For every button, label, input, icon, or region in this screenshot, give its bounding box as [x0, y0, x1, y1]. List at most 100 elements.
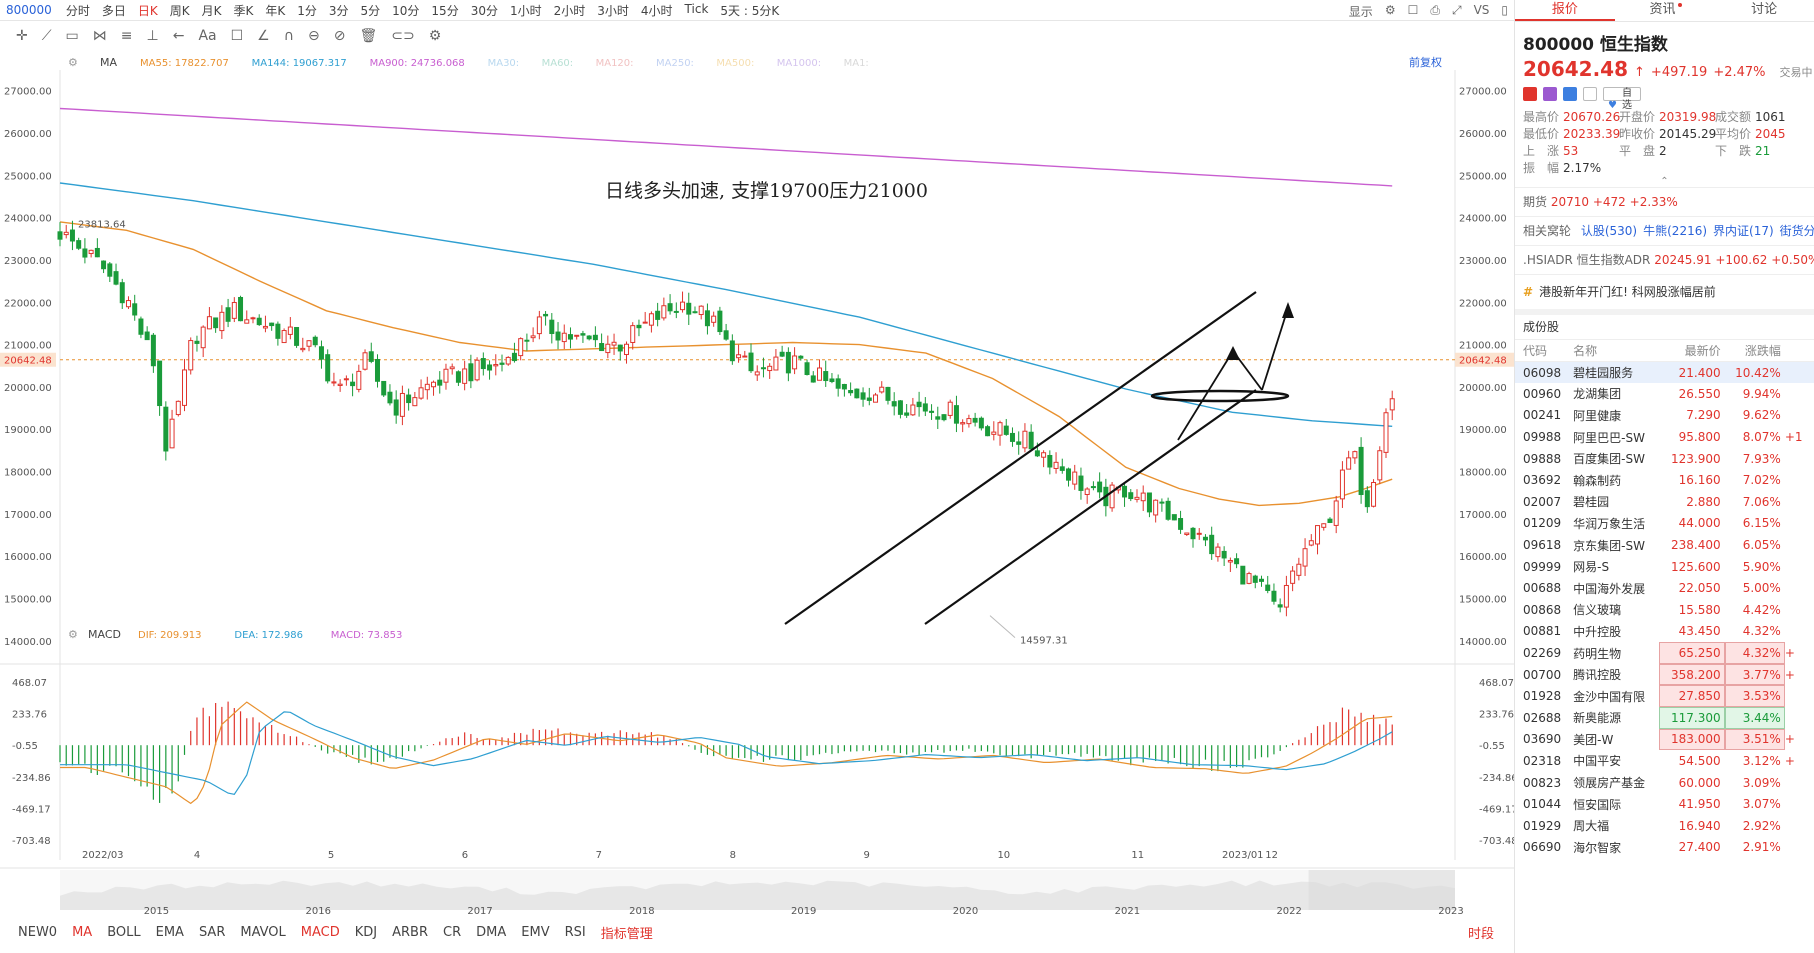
period-tab[interactable]: 多日 — [96, 2, 132, 19]
period-tab[interactable]: 日K — [132, 2, 164, 19]
table-row[interactable]: 00823 领展房产基金 60.000 3.09% — [1515, 772, 1814, 794]
table-row[interactable]: 00868 信义玻璃 15.580 4.42% — [1515, 599, 1814, 621]
arrow-icon[interactable]: ← — [173, 28, 185, 44]
chart-area[interactable]: 27000.00 27000.00 26000.00 26000.00 25000.00… — [0, 50, 1514, 918]
period-tab[interactable]: 月K — [196, 2, 228, 19]
tab-discuss[interactable]: 讨论 — [1714, 0, 1814, 21]
badge-purple-icon[interactable] — [1543, 87, 1557, 101]
table-row[interactable]: 01209 华润万象生活 44.000 6.15% — [1515, 513, 1814, 535]
table-row[interactable]: 09988 阿里巴巴-SW 95.800 8.07% +1 — [1515, 426, 1814, 448]
period-tab[interactable]: 2小时 — [548, 2, 592, 19]
period-tab[interactable]: 15分 — [425, 2, 464, 19]
news-item[interactable]: # 港股新年开门红! 科网股涨幅居前 — [1515, 274, 1814, 309]
indicator-tab[interactable]: NEW0 — [18, 925, 57, 940]
period-tab[interactable]: 年K — [259, 2, 291, 19]
table-row[interactable]: 09618 京东集团-SW 238.400 6.05% — [1515, 534, 1814, 556]
indicator-tab[interactable]: BOLL — [107, 925, 140, 940]
col-pct[interactable]: 涨跌幅 — [1724, 339, 1785, 362]
col-code[interactable]: 代码 — [1515, 339, 1574, 362]
watchlist-button[interactable]: ♥自选 — [1603, 87, 1641, 111]
gear-icon[interactable]: ⚙ — [429, 28, 442, 44]
fib-icon[interactable]: ≡ — [121, 28, 133, 44]
table-row[interactable]: 09888 百度集团-SW 123.900 7.93% — [1515, 448, 1814, 470]
badge-blue-icon[interactable] — [1563, 87, 1577, 101]
trendline-icon[interactable]: ⟋ — [42, 28, 52, 44]
indicator-tab[interactable]: DMA — [476, 925, 506, 940]
table-row[interactable]: 00960 龙湖集团 26.550 9.94% — [1515, 383, 1814, 405]
period-tab[interactable]: 4小时 — [635, 2, 679, 19]
table-row[interactable]: 03690 美团-W 183.000 3.51% + — [1515, 728, 1814, 751]
measure-icon[interactable]: ⊥ — [147, 28, 159, 44]
text-icon[interactable]: Aa — [198, 28, 216, 44]
indicator-tab[interactable]: EMA — [156, 925, 184, 940]
indicator-tab[interactable]: MACD — [301, 925, 340, 940]
warrant-link[interactable]: 认股(530) — [1581, 224, 1637, 238]
vs-button[interactable]: VS — [1474, 3, 1490, 20]
indicator-tab[interactable]: SAR — [199, 925, 225, 940]
checkbox-icon[interactable]: ☐ — [1408, 3, 1419, 20]
period-tab[interactable]: 1分 — [291, 2, 323, 19]
table-row[interactable]: 02318 中国平安 54.500 3.12% + — [1515, 750, 1814, 772]
settings-icon[interactable]: ⚙ — [1385, 3, 1396, 20]
period-tab[interactable]: 3小时 — [591, 2, 635, 19]
table-row[interactable]: 00241 阿里健康 7.290 9.62% — [1515, 405, 1814, 427]
table-row[interactable]: 01044 恒安国际 41.950 3.07% — [1515, 793, 1814, 815]
indicator-tab[interactable]: CR — [443, 925, 461, 940]
warrant-link[interactable]: 界内证(17) — [1713, 224, 1774, 238]
table-row[interactable]: 00700 腾讯控股 358.200 3.77% + — [1515, 663, 1814, 686]
link-icon[interactable]: ⊂⊃ — [391, 28, 414, 44]
warrant-link[interactable]: 街货分 — [1780, 224, 1814, 238]
indicator-tab[interactable]: RSI — [565, 925, 586, 940]
warrant-link[interactable]: 牛熊(2216) — [1643, 224, 1707, 238]
table-row[interactable]: 00688 中国海外发展 22.050 5.00% — [1515, 577, 1814, 599]
col-price[interactable]: 最新价 — [1659, 339, 1725, 362]
period-tab[interactable]: 季K — [227, 2, 259, 19]
indicator-tab[interactable]: MAVOL — [240, 925, 285, 940]
table-row[interactable]: 00881 中升控股 43.450 4.32% — [1515, 621, 1814, 643]
adr-row[interactable]: .HSIADR 恒生指数ADR 20245.91 +100.62 +0.50% — [1515, 245, 1814, 274]
table-row[interactable]: 01929 周大福 16.940 2.92% — [1515, 815, 1814, 837]
table-row[interactable]: 02269 药明生物 65.250 4.32% + — [1515, 642, 1814, 664]
collapse-icon[interactable]: ⌃ — [1515, 177, 1814, 187]
table-row[interactable]: 06690 海尔智家 27.400 2.91% — [1515, 837, 1814, 859]
crosshair-icon[interactable]: ✛ — [16, 28, 28, 44]
camera-icon[interactable]: ⎙ — [1430, 3, 1440, 20]
indicator-tab[interactable]: KDJ — [355, 925, 377, 940]
pattern-icon[interactable]: ⋈ — [93, 28, 107, 44]
indicator-tab[interactable]: EMV — [521, 925, 549, 940]
col-name[interactable]: 名称 — [1573, 339, 1660, 362]
period-tab[interactable]: 5分 — [355, 2, 387, 19]
period-tab[interactable]: 3分 — [323, 2, 355, 19]
indicator-tab[interactable]: MA — [72, 925, 92, 940]
note-icon[interactable]: ☐ — [231, 28, 244, 44]
indicator-manage-button[interactable]: 指标管理 — [601, 923, 653, 942]
rectangle-icon[interactable]: ▭ — [66, 28, 79, 44]
period-tab[interactable]: 5天 : 5分K — [714, 2, 785, 19]
display-menu[interactable]: 显示 — [1349, 3, 1373, 20]
period-tab[interactable]: 1小时 — [504, 2, 548, 19]
magnet-icon[interactable]: ∩ — [284, 28, 294, 44]
period-tab[interactable]: 分时 — [60, 2, 96, 19]
period-tab[interactable]: 10分 — [386, 2, 425, 19]
period-tab[interactable]: 30分 — [465, 2, 504, 19]
tab-news[interactable]: 资讯 — [1615, 0, 1715, 21]
indicator-tab[interactable]: ARBR — [392, 925, 428, 940]
expand-icon[interactable]: ⤢ — [1452, 3, 1462, 20]
table-row[interactable]: 09999 网易-S 125.600 5.90% — [1515, 556, 1814, 578]
period-tab[interactable]: Tick — [679, 2, 715, 19]
lock-icon[interactable]: ⊖ — [308, 28, 320, 44]
table-row[interactable]: 02688 新奥能源 117.300 3.44% — [1515, 707, 1814, 729]
period-tab[interactable]: 周K — [164, 2, 196, 19]
pen-icon[interactable]: ∠ — [257, 28, 270, 44]
delete-icon[interactable]: 🗑 — [359, 28, 377, 44]
table-row[interactable]: 02007 碧桂园 2.880 7.06% — [1515, 491, 1814, 513]
period-button[interactable]: 时段 — [1468, 923, 1494, 942]
panel-toggle-icon[interactable]: ▯ — [1501, 3, 1508, 20]
tab-quote[interactable]: 报价 — [1515, 0, 1615, 21]
table-row[interactable]: 03692 翰森制药 16.160 7.02% — [1515, 469, 1814, 491]
code-label[interactable]: 800000 — [6, 3, 52, 17]
table-row[interactable]: 01928 金沙中国有限 27.850 3.53% — [1515, 685, 1814, 707]
hide-icon[interactable]: ⊘ — [334, 28, 346, 44]
futures-row[interactable]: 期货 20710 +472 +2.33% — [1515, 187, 1814, 216]
table-row[interactable]: 06098 碧桂园服务 21.400 10.42% — [1515, 361, 1814, 384]
